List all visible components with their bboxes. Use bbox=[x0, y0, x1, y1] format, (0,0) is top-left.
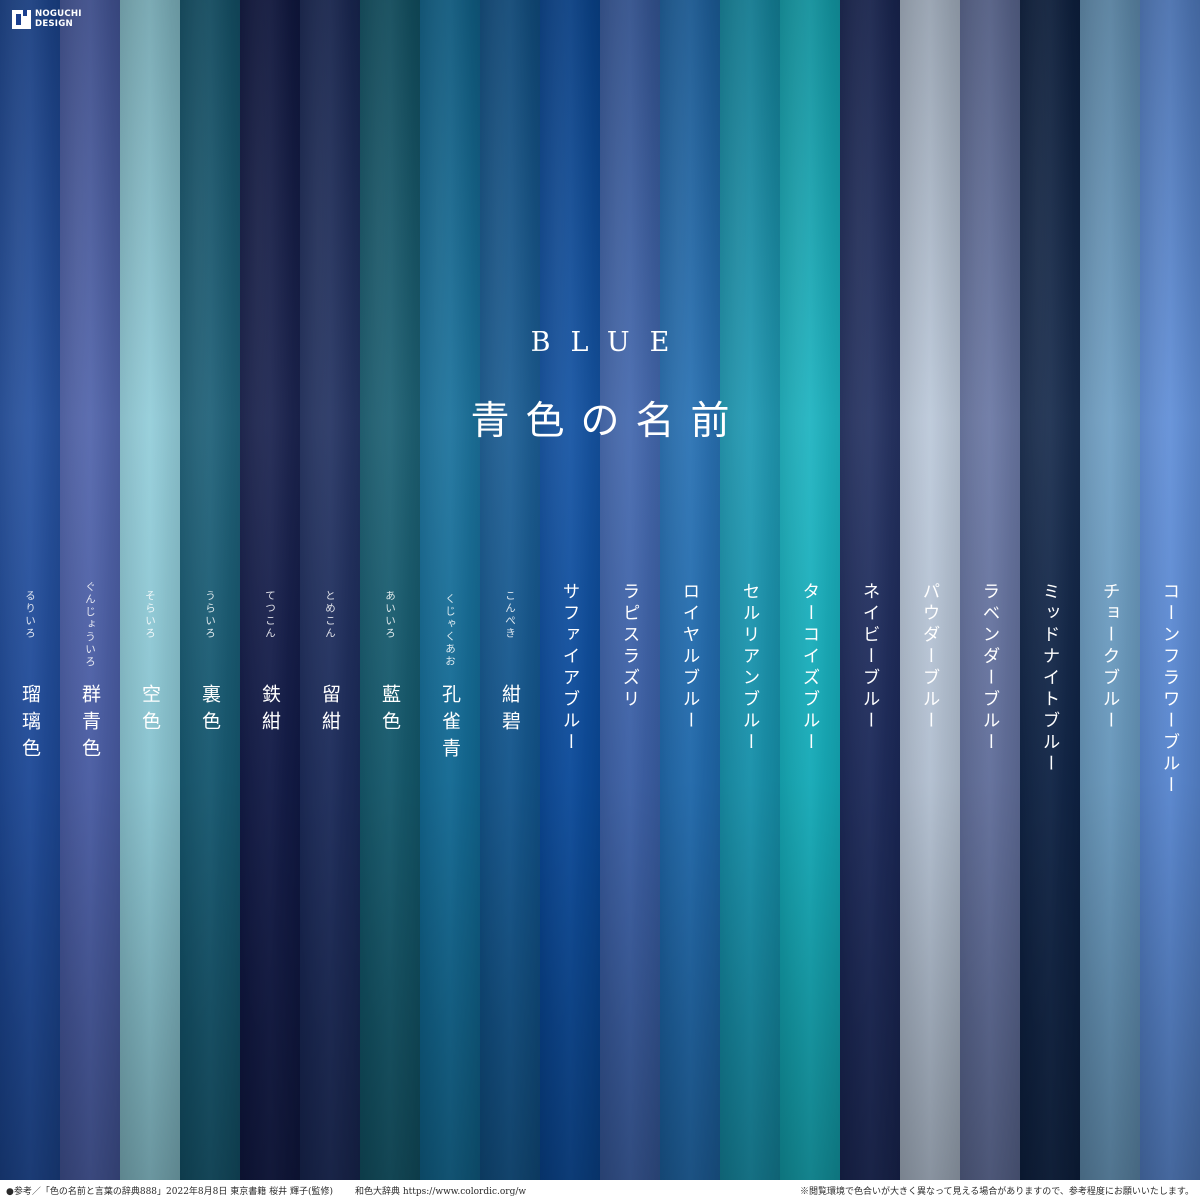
stripe-name: セルリアンブルー bbox=[740, 582, 760, 754]
stripe-name: 紺碧 bbox=[499, 684, 521, 738]
stripe-name: ラベンダーブルー bbox=[980, 582, 1000, 754]
stripe-ruriiro: るりいろ 瑠璃色 bbox=[0, 0, 60, 1200]
stripe-royal-blue: ロイヤルブルー bbox=[660, 0, 720, 1200]
stripe-lapis-lazuli: ラピスラズリ bbox=[600, 0, 660, 1200]
stripe-turquoise-blue: ターコイズブルー bbox=[780, 0, 840, 1200]
stripe-name: 孔雀青 bbox=[439, 684, 461, 765]
stripe-reading: うらいろ bbox=[204, 590, 216, 640]
stripe-reading: あいいろ bbox=[384, 590, 396, 640]
stripe-sorairo: そらいろ 空色 bbox=[120, 0, 180, 1200]
stripe-reading: くじゃくあお bbox=[444, 593, 456, 668]
poster: るりいろ 瑠璃色 ぐんじょういろ 群青色 そらいろ 空色 うらいろ 裏色 てつこ… bbox=[0, 0, 1200, 1200]
footer-bar: ●参考／「色の名前と言葉の辞典888」2022年8月8日 東京書籍 桜井 輝子(… bbox=[0, 1180, 1200, 1200]
footer-note: ※閲覧環境で色合いが大きく異なって見える場合がありますので、参考程度にお願いいた… bbox=[799, 1186, 1194, 1197]
stripe-name: コーンフラワーブルー bbox=[1160, 582, 1180, 797]
stripe-name: チョークブルー bbox=[1100, 582, 1120, 733]
stripe-lavender-blue: ラベンダーブルー bbox=[960, 0, 1020, 1200]
stripe-kujakuao: くじゃくあお 孔雀青 bbox=[420, 0, 480, 1200]
logo-icon bbox=[12, 10, 31, 29]
stripe-konpeki: こんぺき 紺碧 bbox=[480, 0, 540, 1200]
title-japanese: 青色の名前 bbox=[470, 399, 746, 444]
title-english: BLUE bbox=[530, 327, 690, 358]
stripe-reading: てつこん bbox=[264, 590, 276, 640]
stripe-name: ラピスラズリ bbox=[620, 582, 640, 711]
stripe-name: 裏色 bbox=[199, 684, 221, 738]
stripe-reading: るりいろ bbox=[24, 590, 36, 640]
logo-line-2: DESIGN bbox=[35, 18, 73, 29]
stripe-name: ロイヤルブルー bbox=[680, 582, 700, 733]
logo-wordmark: NOGUCHI DESIGN bbox=[35, 9, 82, 29]
stripe-name: 留紺 bbox=[319, 684, 341, 738]
stripe-navy-blue: ネイビーブルー bbox=[840, 0, 900, 1200]
stripe-reading: そらいろ bbox=[144, 590, 156, 640]
stripe-name: ターコイズブルー bbox=[800, 582, 820, 754]
stripe-name: 瑠璃色 bbox=[19, 684, 41, 765]
stripe-reading: とめこん bbox=[324, 590, 336, 640]
stripe-sapphire-blue: サファイアブルー bbox=[540, 0, 600, 1200]
color-stripes: るりいろ 瑠璃色 ぐんじょういろ 群青色 そらいろ 空色 うらいろ 裏色 てつこ… bbox=[0, 0, 1200, 1200]
stripe-tomekon: とめこん 留紺 bbox=[300, 0, 360, 1200]
stripe-cerulean-blue: セルリアンブルー bbox=[720, 0, 780, 1200]
stripe-midnight-blue: ミッドナイトブルー bbox=[1020, 0, 1080, 1200]
footer-reference: ●参考／「色の名前と言葉の辞典888」2022年8月8日 東京書籍 桜井 輝子(… bbox=[6, 1186, 333, 1197]
stripe-name: 鉄紺 bbox=[259, 684, 281, 738]
brand-logo: NOGUCHI DESIGN bbox=[12, 9, 82, 29]
stripe-tetsukon: てつこん 鉄紺 bbox=[240, 0, 300, 1200]
footer-site-link[interactable]: 和色大辞典 https://www.colordic.org/w bbox=[355, 1184, 526, 1197]
stripe-gunjoiro: ぐんじょういろ 群青色 bbox=[60, 0, 120, 1200]
stripe-name: 群青色 bbox=[79, 684, 101, 765]
stripe-name: ネイビーブルー bbox=[860, 582, 880, 733]
stripe-reading: こんぺき bbox=[504, 590, 516, 640]
stripe-name: サファイアブルー bbox=[560, 582, 580, 754]
stripe-aiiro: あいいろ 藍色 bbox=[360, 0, 420, 1200]
stripe-name: ミッドナイトブルー bbox=[1040, 582, 1060, 776]
stripe-powder-blue: パウダーブルー bbox=[900, 0, 960, 1200]
stripe-urairo: うらいろ 裏色 bbox=[180, 0, 240, 1200]
stripe-cornflower-blue: コーンフラワーブルー bbox=[1140, 0, 1200, 1200]
stripe-name: 藍色 bbox=[379, 684, 401, 738]
stripe-name: 空色 bbox=[139, 684, 161, 738]
stripe-reading: ぐんじょういろ bbox=[84, 580, 96, 669]
stripe-chalk-blue: チョークブルー bbox=[1080, 0, 1140, 1200]
stripe-name: パウダーブルー bbox=[920, 582, 940, 733]
